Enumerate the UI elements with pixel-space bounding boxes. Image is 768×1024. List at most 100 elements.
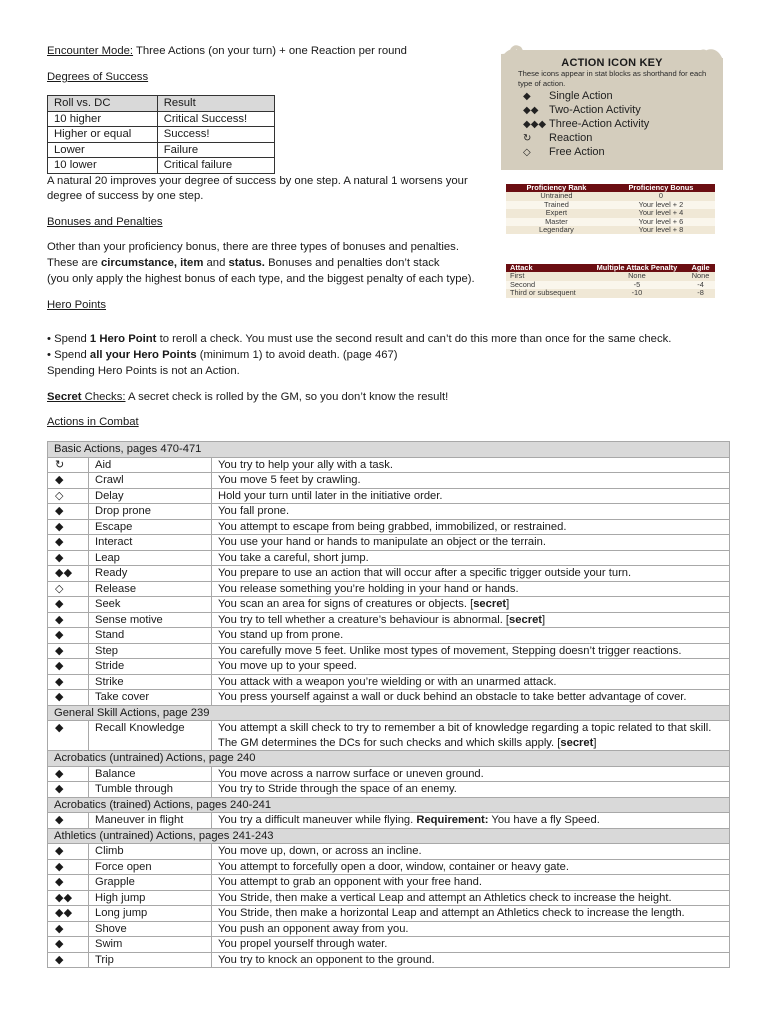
description-text: You try to knock an opponent to the grou… (218, 953, 435, 966)
single-action-icon: ◆ (47, 936, 89, 953)
action-row: ◆ Tumble through You try to Stride through… (47, 781, 730, 798)
single-action-icon: ◆ (47, 673, 89, 690)
description-text: You use your hand or hands to manipulate… (218, 536, 546, 548)
section-header-row: Acrobatics (untrained) Actions, page 240 (47, 750, 730, 767)
reaction-icon: ↻ (523, 133, 532, 144)
action-description: You carefully move 5 feet. Unlike most t… (211, 642, 730, 659)
action-description: You move across a narrow surface or unev… (211, 765, 730, 782)
action-name: Shove (88, 920, 212, 937)
free-action-icon: ◇ (523, 147, 531, 158)
section-header-row: Athletics (untrained) Actions, pages 241… (47, 827, 730, 844)
action-row: ◆◆ Ready You prepare to use an action that… (47, 565, 730, 582)
cell: Legendary (506, 225, 607, 235)
three-action-icon: ◆◆◆ (523, 119, 547, 130)
bonuses-line-1: Other than your proficiency bonus, there… (47, 241, 459, 253)
two-action-icon: ◆◆ (47, 905, 89, 922)
table-row: First None None (506, 271, 715, 281)
bold-text: secret (473, 598, 507, 610)
natural-note-1: A natural 20 improves your degree of suc… (47, 175, 468, 187)
single-action-icon: ◆ (47, 472, 89, 489)
single-action-icon: ◆ (47, 920, 89, 937)
action-row: ◆ Seek You scan an area for signs of creat… (47, 596, 730, 613)
action-description: You move up, down, or across an incline. (211, 843, 730, 860)
action-description: You attempt to grab an opponent with you… (211, 874, 730, 891)
hero-note: Spending Hero Points is not an Action. (47, 365, 240, 377)
action-row: ◆ Trip You try to knock an opponent to the… (47, 951, 730, 968)
text: to reroll a check. You must use the seco… (156, 333, 672, 345)
action-description: You press yourself against a wall or duc… (211, 689, 730, 706)
reaction-icon: ↻ (47, 456, 89, 473)
single-action-icon: ◆ (47, 658, 89, 675)
description-tail: ] (506, 598, 510, 610)
action-name: Crawl (88, 472, 212, 489)
single-action-icon: ◆ (47, 642, 89, 659)
text: • Spend (47, 333, 90, 345)
single-action-icon: ◆ (47, 611, 89, 628)
label: Three-Action Activity (549, 118, 650, 130)
cell: Critical Success! (156, 110, 276, 127)
single-action-icon: ◆ (47, 689, 89, 706)
icon-key-item: ↻ Reaction (523, 132, 592, 144)
cell: Success! (156, 126, 276, 143)
action-row: ◆ Crawl You move 5 feet by crawling. (47, 472, 730, 489)
section-title: Athletics (untrained) Actions, pages 241… (47, 827, 730, 844)
description-text: You fall prone. (218, 505, 290, 517)
section-header-row: General Skill Actions, page 239 (47, 704, 730, 721)
single-action-icon: ◆ (47, 549, 89, 566)
text: • Spend (47, 349, 90, 361)
action-name: Aid (88, 456, 212, 473)
action-name: Stand (88, 627, 212, 644)
action-row: ◇ Release You release something you’re hol… (47, 580, 730, 597)
action-name: Step (88, 642, 212, 659)
action-name: Grapple (88, 874, 212, 891)
free-action-icon: ◇ (47, 580, 89, 597)
description-text: You stand up from prone. (218, 629, 344, 641)
label: Single Action (549, 90, 613, 102)
action-row: ◆ Drop prone You fall prone. (47, 503, 730, 520)
cell: 10 higher (47, 110, 158, 127)
cell: Third or subsequent (506, 288, 588, 298)
action-name: Interact (88, 534, 212, 551)
action-name: Climb (88, 843, 212, 860)
proficiency-table: Proficiency Rank Proficiency Bonus Untrai… (506, 183, 715, 235)
action-name: Sense motive (88, 611, 212, 628)
single-action-icon: ◆ (47, 596, 89, 613)
bold-text: all your Hero Points (89, 349, 197, 361)
action-name: Balance (88, 765, 212, 782)
section-header-row: Acrobatics (trained) Actions, pages 240-… (47, 796, 730, 813)
icon-key-item: ◆◆ Two-Action Activity (523, 104, 641, 116)
hero-bullet-2: • Spend all your Hero Points (minimum 1)… (47, 348, 398, 363)
action-description: You try to tell whether a creature’s beh… (211, 611, 730, 628)
description-tail: You have a fly Speed. (488, 814, 600, 826)
encounter-mode-text: Three Actions (on your turn) + one React… (133, 45, 407, 57)
description-text: You try a difficult maneuver while flyin… (218, 814, 417, 826)
degrees-col-roll: Roll vs. DC (47, 95, 158, 112)
text: (minimum 1) to avoid death. (page 467) (196, 349, 398, 361)
bold-text: circumstance, item (101, 257, 204, 269)
action-row: ◆ Balance You move across a narrow surface… (47, 765, 730, 782)
actions-in-combat-heading: Actions in Combat (47, 416, 139, 428)
single-action-icon: ◆ (47, 534, 89, 551)
label: Reaction (549, 132, 593, 144)
encounter-mode-line: Encounter Mode: Three Actions (on your t… (47, 44, 407, 59)
action-row: ◆◆ High jump You Stride, then make a verti… (47, 889, 730, 906)
description-text: You Stride, then make a horizontal Leap … (218, 907, 685, 919)
cell: Your level + 8 (606, 225, 715, 235)
natural-note-2: degree of success by one step. (47, 190, 204, 202)
action-row: ◇ Delay Hold your turn until later in the … (47, 487, 730, 504)
text: Bonuses and penalties don’t stack (264, 257, 440, 269)
description-text: You move up, down, or across an incline. (218, 845, 422, 857)
action-name: Swim (88, 936, 212, 953)
action-description: You try to help your ally with a task. (211, 456, 730, 473)
hero-points-heading: Hero Points (47, 299, 107, 311)
single-action-icon: ◆ (47, 518, 89, 535)
description-text: You attempt to escape from being grabbed… (218, 520, 567, 533)
degrees-col-result: Result (156, 95, 276, 112)
cell: Lower (47, 141, 158, 158)
bonuses-line-3: (you only apply the highest bonus of eac… (47, 273, 475, 285)
section-title: Basic Actions, pages 470-471 (47, 441, 730, 458)
two-action-icon: ◆◆ (523, 105, 539, 116)
action-row: ◆ Shove You push an opponent away from you… (47, 920, 730, 937)
single-action-icon: ◆ (47, 843, 89, 860)
action-description: You stand up from prone. (211, 627, 730, 644)
